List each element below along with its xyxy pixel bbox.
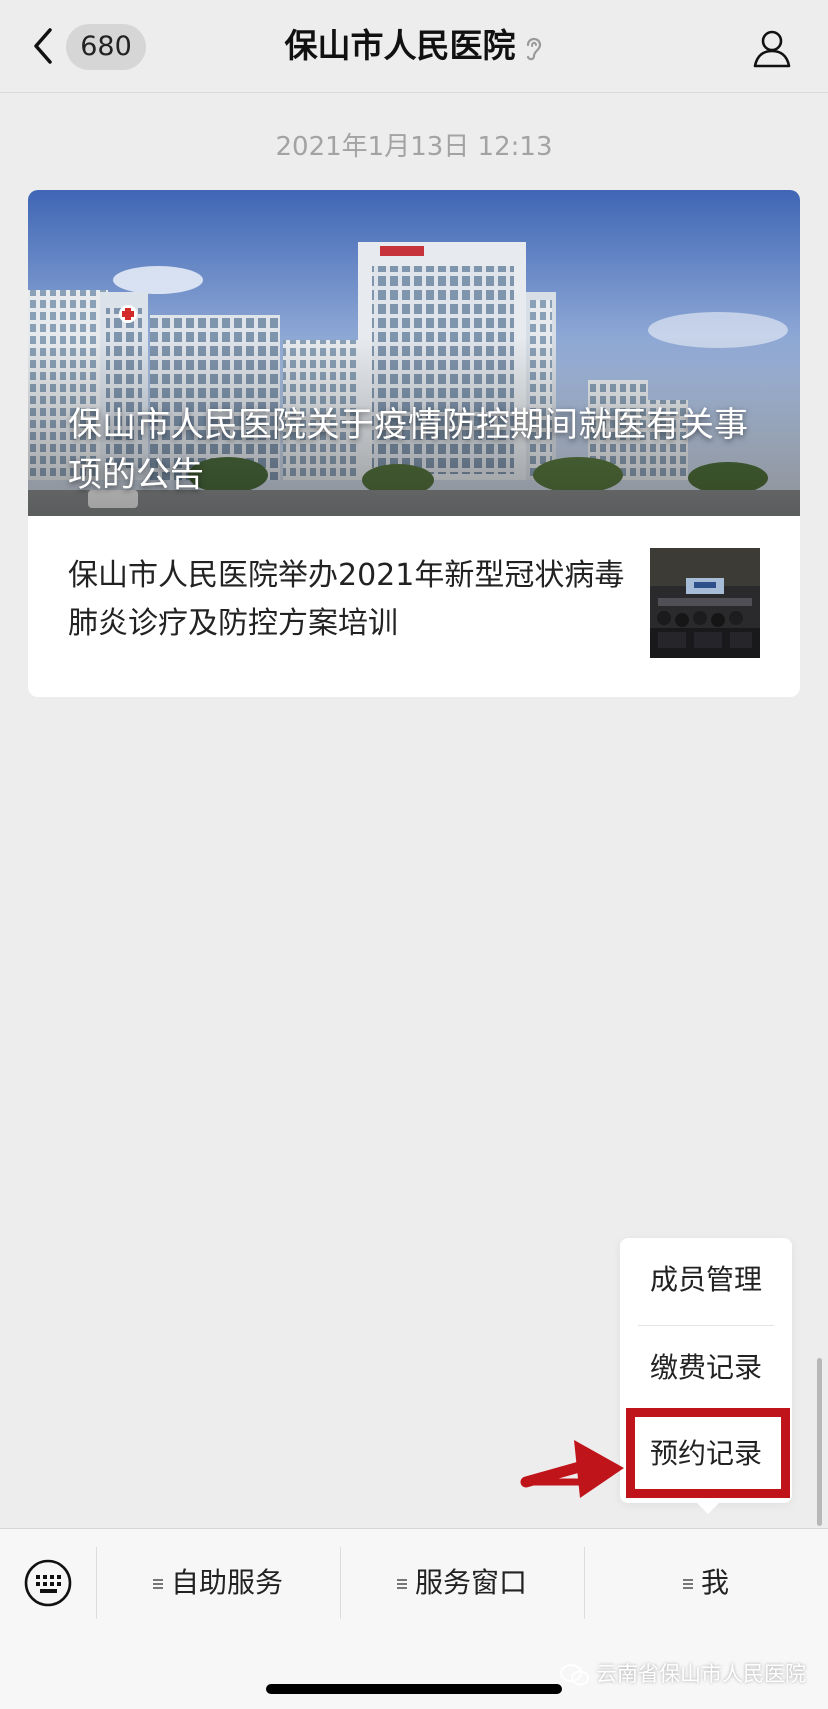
training-session-thumbnail [650, 548, 760, 658]
menu-divider [584, 1547, 585, 1619]
menu-service-window-label: 服务窗口 [414, 1566, 527, 1599]
menu-self-service[interactable]: 自助服务 [98, 1547, 338, 1619]
sub-article[interactable]: 保山市人民医院举办2021年新型冠状病毒肺炎诊疗及防控方案培训 [28, 516, 800, 697]
person-icon [753, 30, 791, 68]
top-navigation-bar: 680 保山市人民医院 [0, 0, 828, 93]
menu-lines-icon [152, 1577, 163, 1591]
chevron-left-icon [34, 28, 52, 64]
menu-me[interactable]: 我 [586, 1547, 826, 1619]
menu-me-label: 我 [700, 1566, 729, 1599]
submenu-item-payment-records[interactable]: 缴费记录 [620, 1326, 792, 1410]
menu-lines-icon [396, 1577, 407, 1591]
unread-count-badge[interactable]: 680 [66, 24, 146, 70]
submenu-pointer [696, 1502, 720, 1514]
keyboard-icon [24, 1559, 72, 1607]
watermark: 云南省保山市人民医院 [560, 1658, 806, 1688]
ear-icon [526, 37, 541, 60]
page-title: 保山市人民医院 [180, 20, 648, 72]
back-button[interactable] [28, 24, 58, 68]
sub-article-title: 保山市人民医院举办2021年新型冠状病毒肺炎诊疗及防控方案培训 [68, 558, 625, 641]
watermark-text: 云南省保山市人民医院 [596, 1662, 806, 1686]
scrollbar[interactable] [817, 1358, 822, 1526]
menu-self-service-label: 自助服务 [170, 1566, 283, 1599]
wechat-icon [560, 1664, 589, 1686]
keyboard-toggle-button[interactable] [22, 1557, 74, 1609]
account-name: 保山市人民医院 [284, 26, 516, 65]
home-indicator[interactable] [266, 1684, 562, 1694]
message-timestamp: 2021年1月13日 12:13 [275, 132, 553, 162]
menu-lines-icon [682, 1577, 693, 1591]
menu-divider [96, 1547, 97, 1619]
highlight-box-appointment-records [626, 1408, 790, 1498]
profile-button[interactable] [750, 26, 794, 70]
arrow-to-appointment-records [520, 1440, 624, 1498]
article-card[interactable]: 保山市人民医院关于疫情防控期间就医有关事项的公告 保山市人民医院举办2021年新… [28, 190, 800, 697]
menu-service-window[interactable]: 服务窗口 [342, 1547, 582, 1619]
main-article[interactable]: 保山市人民医院关于疫情防控期间就医有关事项的公告 [28, 190, 800, 516]
menu-divider [340, 1547, 341, 1619]
submenu-item-member-management[interactable]: 成员管理 [620, 1238, 792, 1322]
main-article-title: 保山市人民医院关于疫情防控期间就医有关事项的公告 [68, 405, 748, 495]
